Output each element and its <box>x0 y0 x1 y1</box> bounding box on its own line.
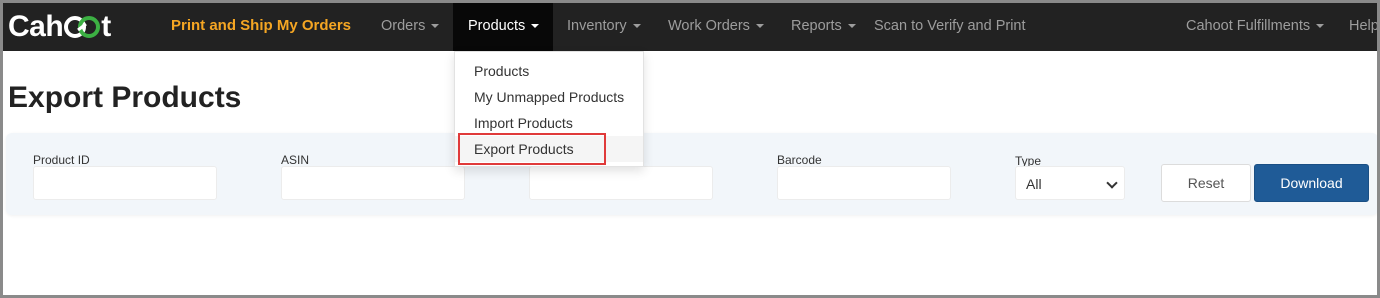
nav-help[interactable]: Help <box>1349 3 1379 51</box>
top-navbar: Cah t Print and Ship My Orders Orders Pr… <box>3 3 1377 51</box>
nav-products[interactable]: Products <box>453 3 553 51</box>
barcode-input[interactable] <box>777 166 951 200</box>
caret-down-icon <box>847 24 856 29</box>
products-dropdown-menu: Products My Unmapped Products Import Pro… <box>454 51 644 167</box>
product-id-label: Product ID <box>33 153 90 167</box>
caret-down-icon <box>531 24 540 29</box>
nav-products-label: Products <box>468 18 526 34</box>
product-id-input[interactable] <box>33 166 217 200</box>
download-button[interactable]: Download <box>1254 164 1369 202</box>
nav-print-and-ship[interactable]: Print and Ship My Orders <box>171 3 351 51</box>
caret-down-icon <box>1316 24 1325 29</box>
chevron-down-icon <box>1106 177 1118 189</box>
nav-inventory[interactable]: Inventory <box>567 3 641 51</box>
type-select[interactable]: All <box>1015 166 1125 200</box>
brand-logo[interactable]: Cah t <box>8 7 111 47</box>
brand-text-right: t <box>101 10 111 43</box>
menu-item-export-products[interactable]: Export Products <box>455 136 643 162</box>
nav-account-menu[interactable]: Cahoot Fulfillments <box>1186 3 1325 51</box>
menu-item-import-products[interactable]: Import Products <box>455 110 643 136</box>
menu-item-products[interactable]: Products <box>455 58 643 84</box>
nav-scan-label: Scan to Verify and Print <box>874 18 1026 34</box>
page-title: Export Products <box>8 81 242 114</box>
nav-work-orders[interactable]: Work Orders <box>668 3 764 51</box>
nav-orders-label: Orders <box>381 18 426 34</box>
nav-print-label: Print and Ship My Orders <box>171 17 352 34</box>
caret-down-icon <box>632 24 641 29</box>
asin-input[interactable] <box>281 166 465 200</box>
asin-label: ASIN <box>281 153 310 167</box>
reset-button[interactable]: Reset <box>1161 164 1251 202</box>
nav-work-orders-label: Work Orders <box>668 18 750 34</box>
caret-down-icon <box>755 24 764 29</box>
filter-panel: Product ID ASIN Barcode Type All Reset D… <box>6 133 1377 215</box>
nav-help-label: Help <box>1349 18 1379 34</box>
brand-text-left: Cah <box>8 10 64 43</box>
barcode-label: Barcode <box>777 153 822 167</box>
nav-orders[interactable]: Orders <box>381 3 440 51</box>
nav-reports-label: Reports <box>791 18 842 34</box>
nav-account-label: Cahoot Fulfillments <box>1186 18 1311 34</box>
sku-input[interactable] <box>529 166 713 200</box>
app-window: Cah t Print and Ship My Orders Orders Pr… <box>0 0 1380 298</box>
type-select-value: All <box>1026 176 1042 192</box>
nav-scan-to-verify[interactable]: Scan to Verify and Print <box>874 3 1026 51</box>
caret-down-icon <box>431 24 440 29</box>
brand-link-icon <box>64 15 101 39</box>
nav-inventory-label: Inventory <box>567 18 627 34</box>
nav-reports[interactable]: Reports <box>791 3 856 51</box>
menu-item-unmapped-products[interactable]: My Unmapped Products <box>455 84 643 110</box>
